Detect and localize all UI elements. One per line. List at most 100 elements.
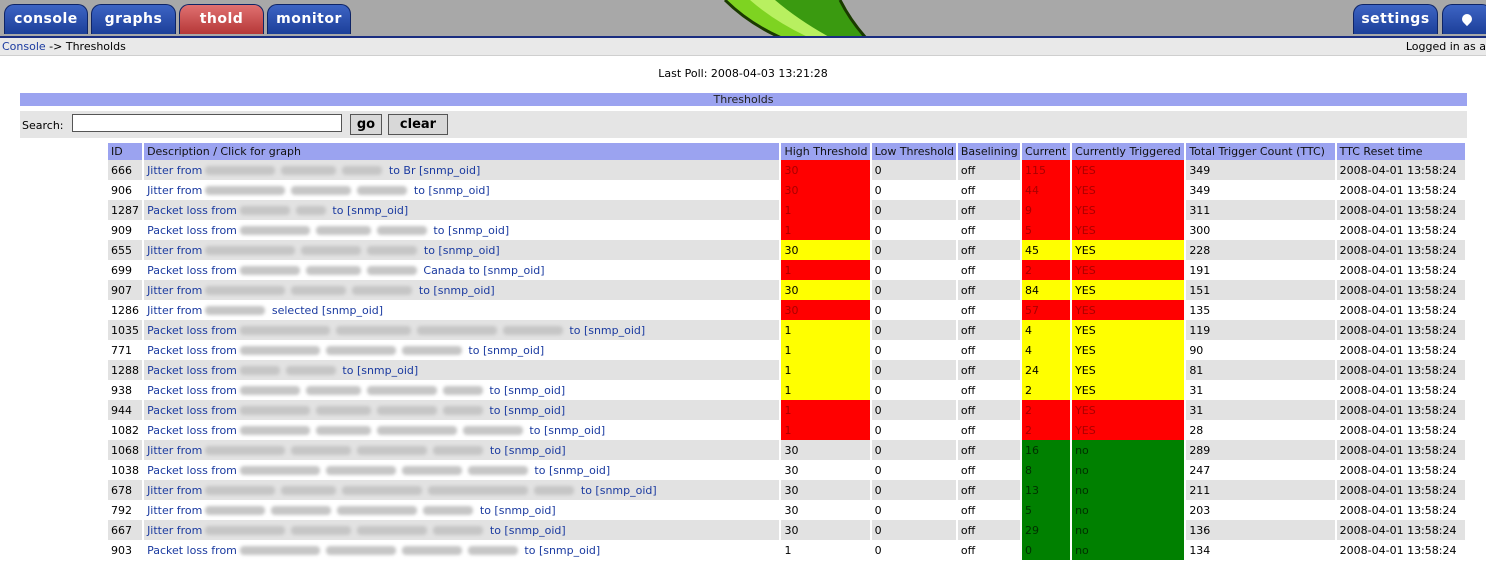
- redacted-text: [342, 166, 383, 175]
- graph-link[interactable]: Packet loss from Canada to: [147, 264, 483, 277]
- col-high-threshold-header[interactable]: High Threshold: [781, 143, 870, 160]
- table-header-row: ID Description / Click for graph High Th…: [108, 143, 1465, 160]
- tab-thold[interactable]: thold: [179, 4, 264, 34]
- search-input[interactable]: [72, 114, 342, 132]
- col-low-threshold-header[interactable]: Low Threshold: [871, 143, 956, 160]
- snmp-oid-link[interactable]: [snmp_oid]: [419, 164, 480, 177]
- graph-link[interactable]: Jitter from to: [147, 444, 504, 457]
- cell-current: 5: [1021, 220, 1071, 240]
- col-reset-time-header[interactable]: TTC Reset time: [1336, 143, 1465, 160]
- snmp-oid-link[interactable]: [snmp_oid]: [544, 424, 605, 437]
- snmp-oid-link[interactable]: [snmp_oid]: [322, 304, 383, 317]
- redacted-text: [401, 546, 462, 555]
- cell-description: Jitter from to [snmp_oid]: [144, 280, 780, 300]
- snmp-oid-link[interactable]: [snmp_oid]: [347, 204, 408, 217]
- snmp-oid-link[interactable]: [snmp_oid]: [428, 184, 489, 197]
- snmp-oid-link[interactable]: [snmp_oid]: [549, 464, 610, 477]
- graph-link[interactable]: Packet loss from to: [147, 324, 584, 337]
- snmp-oid-link[interactable]: [snmp_oid]: [504, 444, 565, 457]
- snmp-oid-link[interactable]: [snmp_oid]: [357, 364, 418, 377]
- col-description-header[interactable]: Description / Click for graph: [144, 143, 780, 160]
- graph-link[interactable]: Packet loss from to: [147, 384, 504, 397]
- snmp-oid-link[interactable]: [snmp_oid]: [433, 284, 494, 297]
- redacted-text: [335, 326, 411, 335]
- col-id-header[interactable]: ID: [108, 143, 143, 160]
- desc-prefix: Packet loss from: [147, 323, 237, 337]
- redacted-text: [305, 266, 361, 275]
- cell-triggered: YES: [1072, 280, 1185, 300]
- cell-id: 1082: [108, 420, 143, 440]
- tab-settings[interactable]: settings: [1353, 4, 1438, 34]
- snmp-oid-link[interactable]: [snmp_oid]: [584, 324, 645, 337]
- cell-current: 16: [1021, 440, 1071, 460]
- desc-middle: to: [489, 383, 501, 397]
- graph-link[interactable]: Packet loss from to: [147, 344, 483, 357]
- cell-description: Jitter from to [snmp_oid]: [144, 520, 780, 540]
- tab-tree[interactable]: [1442, 4, 1486, 34]
- col-current-header[interactable]: Current: [1021, 143, 1071, 160]
- col-baselining-header[interactable]: Baselining: [957, 143, 1020, 160]
- cell-low-threshold: 0: [871, 500, 956, 520]
- snmp-oid-link[interactable]: [snmp_oid]: [539, 544, 600, 557]
- cell-high-threshold: 30: [781, 280, 870, 300]
- breadcrumb-console-link[interactable]: Console: [2, 40, 46, 53]
- graph-link[interactable]: Packet loss from to: [147, 204, 347, 217]
- desc-middle: to: [468, 343, 480, 357]
- snmp-oid-link[interactable]: [snmp_oid]: [504, 524, 565, 537]
- cell-triggered: YES: [1072, 160, 1185, 180]
- graph-link[interactable]: Packet loss from to: [147, 544, 539, 557]
- snmp-oid-link[interactable]: [snmp_oid]: [483, 344, 544, 357]
- tab-console[interactable]: console: [4, 4, 88, 34]
- go-button[interactable]: go: [350, 114, 382, 135]
- cell-description: Packet loss from Canada to [snmp_oid]: [144, 260, 780, 280]
- snmp-oid-link[interactable]: [snmp_oid]: [483, 264, 544, 277]
- redacted-text: [467, 466, 528, 475]
- cell-triggered: YES: [1072, 420, 1185, 440]
- snmp-oid-link[interactable]: [snmp_oid]: [595, 484, 656, 497]
- cell-high-threshold: 1: [781, 540, 870, 560]
- graph-link[interactable]: Packet loss from to: [147, 364, 357, 377]
- clear-button[interactable]: clear: [388, 114, 448, 135]
- cell-baselining: off: [957, 380, 1020, 400]
- cell-baselining: off: [957, 520, 1020, 540]
- cell-id: 678: [108, 480, 143, 500]
- snmp-oid-link[interactable]: [snmp_oid]: [504, 404, 565, 417]
- redacted-text: [442, 386, 483, 395]
- cell-low-threshold: 0: [871, 280, 956, 300]
- cell-ttc: 311: [1186, 200, 1335, 220]
- snmp-oid-link[interactable]: [snmp_oid]: [494, 504, 555, 517]
- graph-link[interactable]: Jitter from to: [147, 524, 504, 537]
- graph-link[interactable]: Jitter from selected: [147, 304, 322, 317]
- desc-middle: to: [534, 463, 546, 477]
- col-triggered-header[interactable]: Currently Triggered: [1072, 143, 1185, 160]
- table-row: 906 Jitter from to [snmp_oid] 30 0 off 44 YES 3…: [108, 180, 1465, 200]
- tab-graphs[interactable]: graphs: [91, 4, 176, 34]
- graph-link[interactable]: Jitter from to Br: [147, 164, 419, 177]
- graph-link[interactable]: Packet loss from to: [147, 224, 448, 237]
- section-title: Thresholds: [20, 93, 1467, 106]
- desc-middle: to Br: [388, 163, 416, 177]
- graph-link[interactable]: Packet loss from to: [147, 424, 544, 437]
- snmp-oid-link[interactable]: [snmp_oid]: [448, 224, 509, 237]
- col-ttc-header[interactable]: Total Trigger Count (TTC): [1186, 143, 1335, 160]
- snmp-oid-link[interactable]: [snmp_oid]: [504, 384, 565, 397]
- graph-link[interactable]: Jitter from to: [147, 284, 433, 297]
- cell-current: 2: [1021, 400, 1071, 420]
- cell-ttc: 136: [1186, 520, 1335, 540]
- redacted-text: [433, 526, 484, 535]
- redacted-text: [205, 246, 296, 255]
- redacted-text: [205, 166, 276, 175]
- graph-link[interactable]: Packet loss from to: [147, 404, 504, 417]
- snmp-oid-link[interactable]: [snmp_oid]: [438, 244, 499, 257]
- graph-link[interactable]: Packet loss from to: [147, 464, 549, 477]
- redacted-text: [205, 506, 266, 515]
- graph-link[interactable]: Jitter from to: [147, 184, 428, 197]
- tab-monitor[interactable]: monitor: [267, 4, 351, 34]
- breadcrumb: Console -> Thresholds: [2, 39, 126, 55]
- cell-id: 666: [108, 160, 143, 180]
- cell-reset-time: 2008-04-01 13:58:24: [1336, 360, 1465, 380]
- graph-link[interactable]: Jitter from to: [147, 484, 595, 497]
- graph-link[interactable]: Jitter from to: [147, 244, 438, 257]
- cell-description: Packet loss from to [snmp_oid]: [144, 380, 780, 400]
- graph-link[interactable]: Jitter from to: [147, 504, 494, 517]
